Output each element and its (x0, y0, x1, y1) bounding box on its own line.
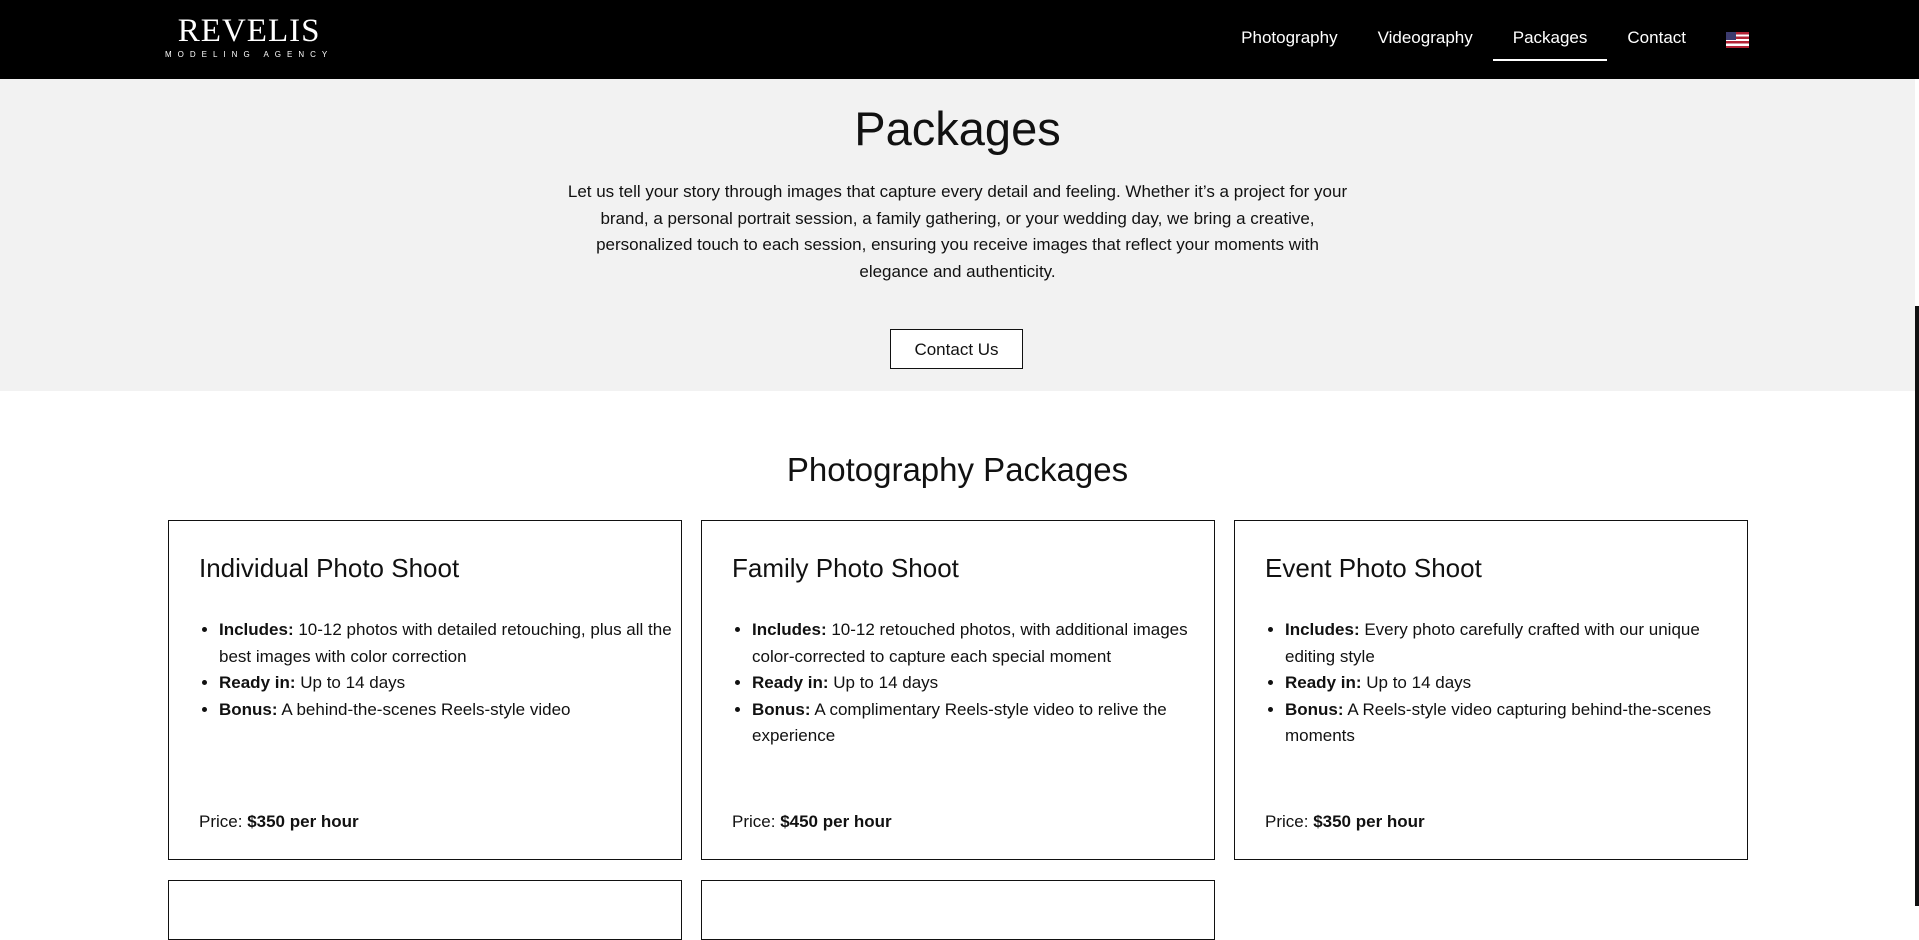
nav-packages[interactable]: Packages (1492, 0, 1608, 79)
hero-description: Let us tell your story through images th… (567, 182, 1348, 281)
logo-tagline: MODELING AGENCY (165, 50, 334, 59)
card-ready: Ready in: Up to 14 days (219, 670, 679, 697)
page-title: Packages (854, 102, 1061, 155)
card-title: Individual Photo Shoot (199, 553, 460, 583)
site-header: REVELIS MODELING AGENCY Photography Vide… (0, 0, 1919, 79)
card-price: Price: $350 per hour (1265, 812, 1425, 831)
card-price: Price: $350 per hour (199, 812, 359, 831)
card-ready: Ready in: Up to 14 days (752, 670, 1212, 697)
card-details: Includes: 10-12 retouched photos, with a… (732, 617, 1212, 750)
card-details: Includes: 10-12 photos with detailed ret… (199, 617, 679, 723)
card-title: Event Photo Shoot (1265, 553, 1482, 583)
package-card-event: Event Photo Shoot Includes: Every photo … (1234, 520, 1748, 860)
card-bonus: Bonus: A behind-the-scenes Reels-style v… (219, 697, 679, 724)
us-flag-icon[interactable] (1726, 31, 1749, 48)
card-ready: Ready in: Up to 14 days (1285, 670, 1745, 697)
package-card-partial (701, 880, 1215, 940)
package-card-individual: Individual Photo Shoot Includes: 10-12 p… (168, 520, 682, 860)
package-card-partial (168, 880, 682, 940)
main-nav: Photography Videography Packages Contact (1221, 0, 1749, 79)
logo-wordmark: REVELIS (177, 13, 321, 49)
logo[interactable]: REVELIS MODELING AGENCY (165, 14, 333, 60)
card-title: Family Photo Shoot (732, 553, 959, 583)
page-scrollbar[interactable] (1915, 306, 1919, 906)
card-includes: Includes: Every photo carefully crafted … (1285, 617, 1745, 670)
section-title: Photography Packages (786, 451, 1129, 488)
card-bonus: Bonus: A complimentary Reels-style video… (752, 697, 1212, 750)
nav-photography[interactable]: Photography (1221, 0, 1357, 79)
nav-contact[interactable]: Contact (1607, 0, 1706, 79)
nav-videography[interactable]: Videography (1358, 0, 1493, 79)
contact-us-button[interactable]: Contact Us (890, 329, 1023, 369)
card-details: Includes: Every photo carefully crafted … (1265, 617, 1745, 750)
hero-section: Packages Let us tell your story through … (0, 79, 1915, 391)
card-price: Price: $450 per hour (732, 812, 892, 831)
card-includes: Includes: 10-12 photos with detailed ret… (219, 617, 679, 670)
card-bonus: Bonus: A Reels-style video capturing beh… (1285, 697, 1745, 750)
card-includes: Includes: 10-12 retouched photos, with a… (752, 617, 1212, 670)
package-card-family: Family Photo Shoot Includes: 10-12 retou… (701, 520, 1215, 860)
